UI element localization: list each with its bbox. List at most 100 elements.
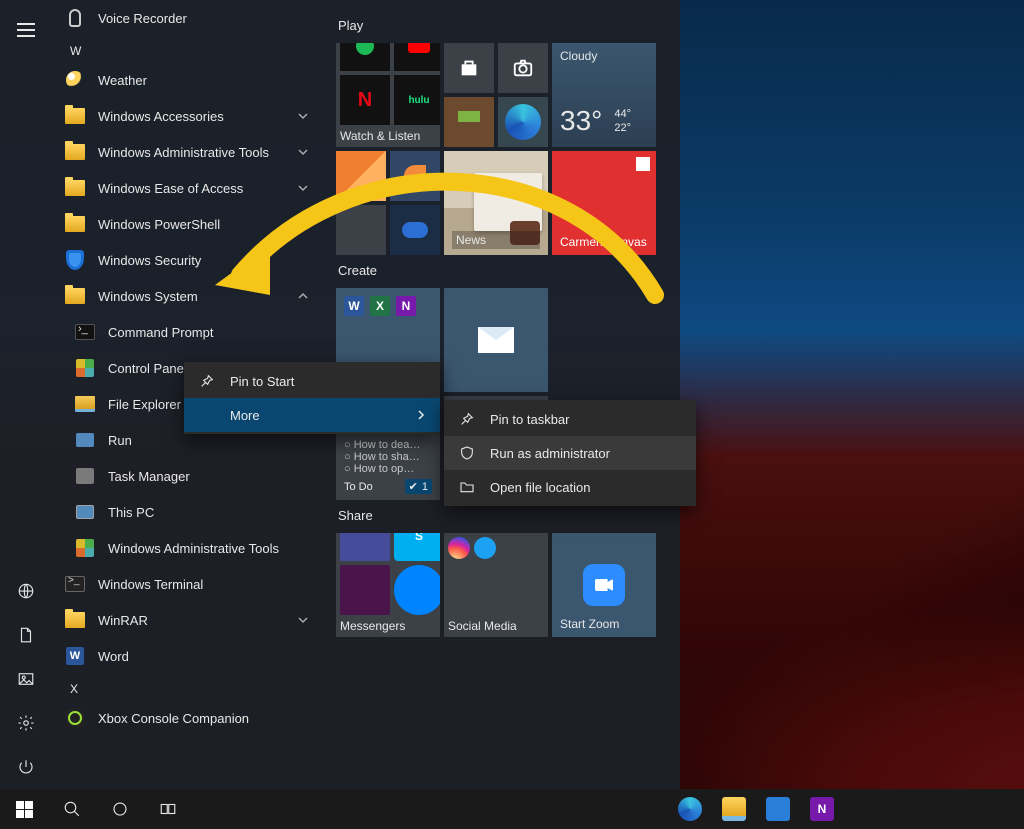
start-expand-button[interactable] xyxy=(2,8,50,52)
onenote-icon: N xyxy=(810,797,834,821)
ctx-pin-to-taskbar[interactable]: Pin to taskbar xyxy=(444,402,696,436)
tile-mail[interactable] xyxy=(444,288,548,392)
hulu-icon: hulu xyxy=(394,75,440,125)
messenger-icon xyxy=(394,565,440,615)
tile-carmen-canvas[interactable]: Carmen Canvas xyxy=(552,151,656,255)
taskbar-app-edge[interactable] xyxy=(668,789,712,829)
app-command-prompt[interactable]: Command Prompt xyxy=(52,314,318,350)
rail-user-button[interactable] xyxy=(2,569,50,613)
chevron-down-icon xyxy=(298,145,310,160)
tile-affinity[interactable] xyxy=(336,151,386,201)
folder-icon xyxy=(65,180,85,196)
canvas-icon xyxy=(636,157,650,171)
chevron-up-icon xyxy=(298,289,310,304)
tile-weather[interactable]: Cloudy 33° 44°22° xyxy=(552,43,656,147)
taskbar: N xyxy=(0,789,1024,829)
task-manager-icon xyxy=(76,468,94,484)
terminal-icon xyxy=(65,576,85,592)
rail-pictures-button[interactable] xyxy=(2,657,50,701)
admin-shield-icon xyxy=(458,445,476,461)
app-windows-security[interactable]: Windows Security xyxy=(52,242,318,278)
app-windows-accessories[interactable]: Windows Accessories xyxy=(52,98,318,134)
tile-social-media[interactable]: Social Media xyxy=(444,533,548,637)
tile-camera[interactable] xyxy=(498,43,548,93)
app-xbox-companion[interactable]: Xbox Console Companion xyxy=(52,700,318,736)
folder-outline-icon xyxy=(458,479,476,495)
this-pc-icon xyxy=(76,505,94,519)
folder-icon xyxy=(65,612,85,628)
taskbar-search-button[interactable] xyxy=(48,789,96,829)
app-windows-powershell[interactable]: Windows PowerShell xyxy=(52,206,318,242)
taskbar-app-your-phone[interactable] xyxy=(756,789,800,829)
tile-ps-remote-play[interactable] xyxy=(390,205,440,255)
tile-minecraft[interactable] xyxy=(444,97,494,147)
context-submenu: Pin to taskbar Run as administrator Open… xyxy=(444,400,696,506)
microphone-icon xyxy=(69,9,81,27)
cortana-icon xyxy=(111,800,129,818)
pin-icon xyxy=(458,411,476,427)
ctx-open-file-location[interactable]: Open file location xyxy=(444,470,696,504)
taskbar-start-button[interactable] xyxy=(0,789,48,829)
excel-badge-icon: X xyxy=(370,296,390,316)
tile-news[interactable]: News xyxy=(444,151,548,255)
tile-store[interactable] xyxy=(444,43,494,93)
teams-icon xyxy=(340,533,390,561)
twitter-icon xyxy=(474,537,496,559)
playstation-icon xyxy=(402,222,428,238)
app-this-pc[interactable]: This PC xyxy=(52,494,318,530)
ctx-pin-to-start[interactable]: Pin to Start xyxy=(184,364,440,398)
taskbar-cortana-button[interactable] xyxy=(96,789,144,829)
ctx-run-as-administrator[interactable]: Run as administrator xyxy=(444,436,696,470)
control-panel-icon xyxy=(76,359,94,377)
letter-header-x[interactable]: X xyxy=(52,674,318,700)
app-task-manager[interactable]: Task Manager xyxy=(52,458,318,494)
folder-icon xyxy=(65,216,85,232)
chevron-down-icon xyxy=(298,181,310,196)
taskbar-taskview-button[interactable] xyxy=(144,789,192,829)
rail-documents-button[interactable] xyxy=(2,613,50,657)
group-header-play[interactable]: Play xyxy=(338,18,680,33)
group-header-share[interactable]: Share xyxy=(338,508,680,523)
app-windows-terminal[interactable]: Windows Terminal xyxy=(52,566,318,602)
tile-zoom[interactable]: Start Zoom xyxy=(552,533,656,637)
camera-icon xyxy=(512,57,534,79)
blender-icon xyxy=(390,151,440,201)
app-word[interactable]: W Word xyxy=(52,638,318,674)
globe-icon xyxy=(17,582,35,600)
gear-icon xyxy=(17,714,35,732)
pictures-icon xyxy=(17,670,35,688)
app-voice-recorder[interactable]: Voice Recorder xyxy=(52,0,318,36)
tile-edge[interactable] xyxy=(498,97,548,147)
tile-watch-listen[interactable]: N hulu Watch & Listen xyxy=(336,43,440,147)
app-windows-admin-tools-sub[interactable]: Windows Administrative Tools xyxy=(52,530,318,566)
tile-empty-1[interactable] xyxy=(336,205,386,255)
word-badge-icon: W xyxy=(344,296,364,316)
zoom-icon xyxy=(583,564,625,606)
chevron-down-icon xyxy=(298,109,310,124)
power-icon xyxy=(17,758,35,776)
file-explorer-icon xyxy=(75,396,95,412)
letter-header-w[interactable]: W xyxy=(52,36,318,62)
chevron-right-icon xyxy=(416,408,426,423)
taskbar-app-onenote[interactable]: N xyxy=(800,789,844,829)
app-winrar[interactable]: WinRAR xyxy=(52,602,318,638)
minecraft-icon xyxy=(458,111,480,133)
tile-blender[interactable] xyxy=(390,151,440,201)
app-weather[interactable]: Weather xyxy=(52,62,318,98)
rail-settings-button[interactable] xyxy=(2,701,50,745)
rail-power-button[interactable] xyxy=(2,745,50,789)
chevron-down-icon xyxy=(298,217,310,232)
app-windows-system[interactable]: Windows System xyxy=(52,278,318,314)
taskbar-app-file-explorer[interactable] xyxy=(712,789,756,829)
context-menu: Pin to Start More xyxy=(184,362,440,434)
app-windows-ease-of-access[interactable]: Windows Ease of Access xyxy=(52,170,318,206)
shield-icon xyxy=(66,250,84,270)
xbox-icon xyxy=(66,709,84,727)
slack-icon xyxy=(340,565,390,615)
mail-icon xyxy=(478,327,514,353)
app-windows-admin-tools[interactable]: Windows Administrative Tools xyxy=(52,134,318,170)
ctx-more[interactable]: More xyxy=(184,398,440,432)
tile-messengers[interactable]: S Messengers xyxy=(336,533,440,637)
folder-icon xyxy=(65,144,85,160)
group-header-create[interactable]: Create xyxy=(338,263,680,278)
